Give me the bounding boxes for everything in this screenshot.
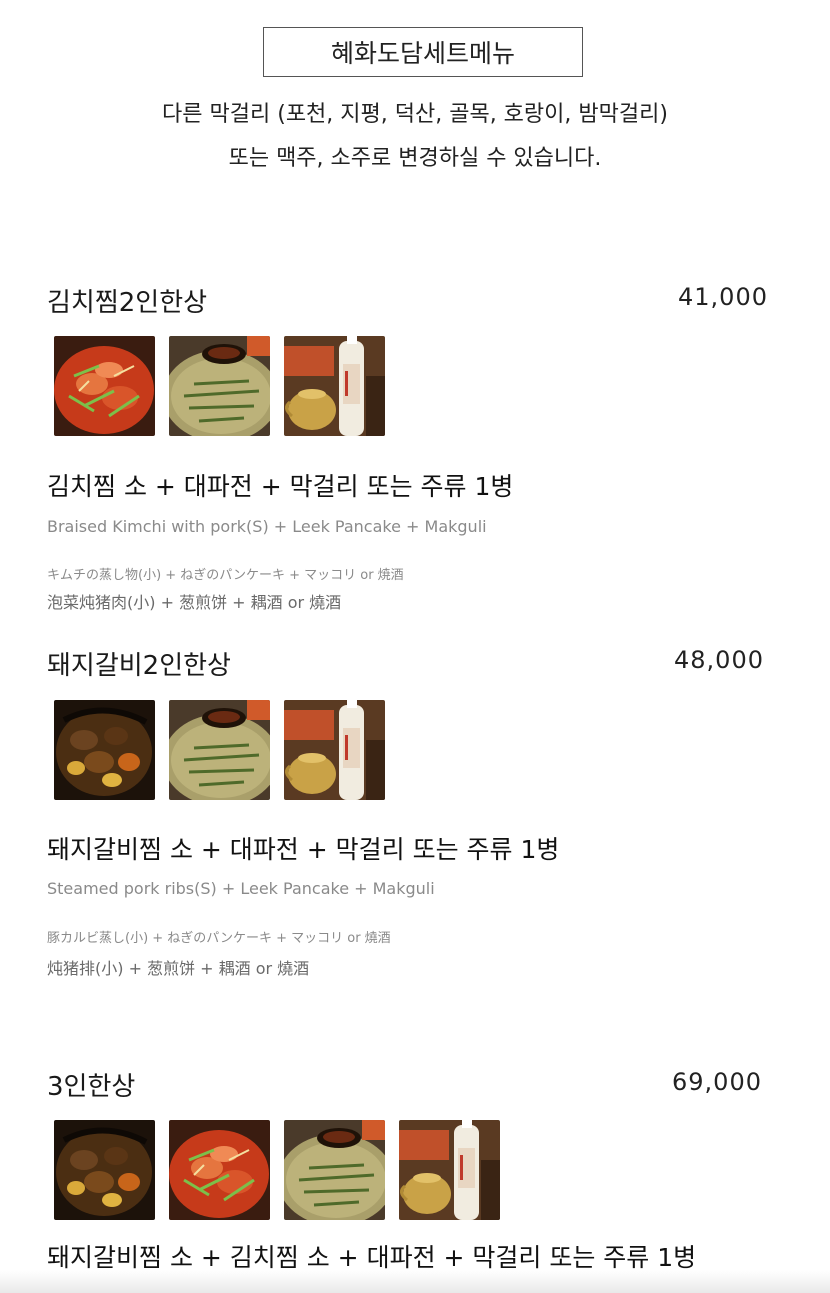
set-photos [54,700,385,800]
set-description-english: Braised Kimchi with pork(S) + Leek Panca… [47,517,487,536]
kimchi-jjim-photo [169,1120,270,1220]
set-description-korean: 돼지갈비찜 소 + 김치찜 소 + 대파전 + 막걸리 또는 주류 1병 [47,1243,697,1272]
set-price: 69,000 [672,1068,762,1096]
set-name: 3인한상 [47,1072,136,1102]
galbi-jjim-photo [54,1120,155,1220]
pajeon-photo [169,336,270,436]
kimchi-jjim-photo [54,336,155,436]
page-bottom-edge [0,1270,830,1293]
set-price: 41,000 [678,283,768,311]
set-description-english: Steamed pork ribs(S) + Leek Pancake + Ma… [47,879,435,898]
notice-line-1: 다른 막걸리 (포천, 지평, 덕산, 골목, 호랑이, 밤막걸리) [162,102,668,127]
menu-title: 혜화도담세트메뉴 [263,27,583,77]
set-photos [54,1120,500,1220]
set-description-chinese: 炖猪排(小) + 葱煎饼 + 耦酒 or 燒酒 [47,959,310,978]
makgeolli-photo [284,336,385,436]
galbi-jjim-photo [54,700,155,800]
set-description-japanese: 豚カルビ蒸し(小) + ねぎのパンケーキ + マッコリ or 燒酒 [47,931,391,946]
set-name: 김치찜2인한상 [47,288,208,318]
pajeon-photo [169,700,270,800]
set-photos [54,336,385,436]
set-price: 48,000 [674,646,764,674]
set-description-japanese: キムチの蒸し物(小) + ねぎのパンケーキ + マッコリ or 焼酒 [47,568,404,583]
set-description-korean: 돼지갈비찜 소 + 대파전 + 막걸리 또는 주류 1병 [47,835,560,864]
set-description-korean: 김치찜 소 + 대파전 + 막걸리 또는 주류 1병 [47,472,514,501]
set-name: 돼지갈비2인한상 [47,651,231,681]
notice-line-2: 또는 맥주, 소주로 변경하실 수 있습니다. [228,146,602,171]
pajeon-photo [284,1120,385,1220]
makgeolli-photo [399,1120,500,1220]
makgeolli-photo [284,700,385,800]
set-description-chinese: 泡菜炖猪肉(小) + 葱煎饼 + 耦酒 or 燒酒 [47,593,342,612]
